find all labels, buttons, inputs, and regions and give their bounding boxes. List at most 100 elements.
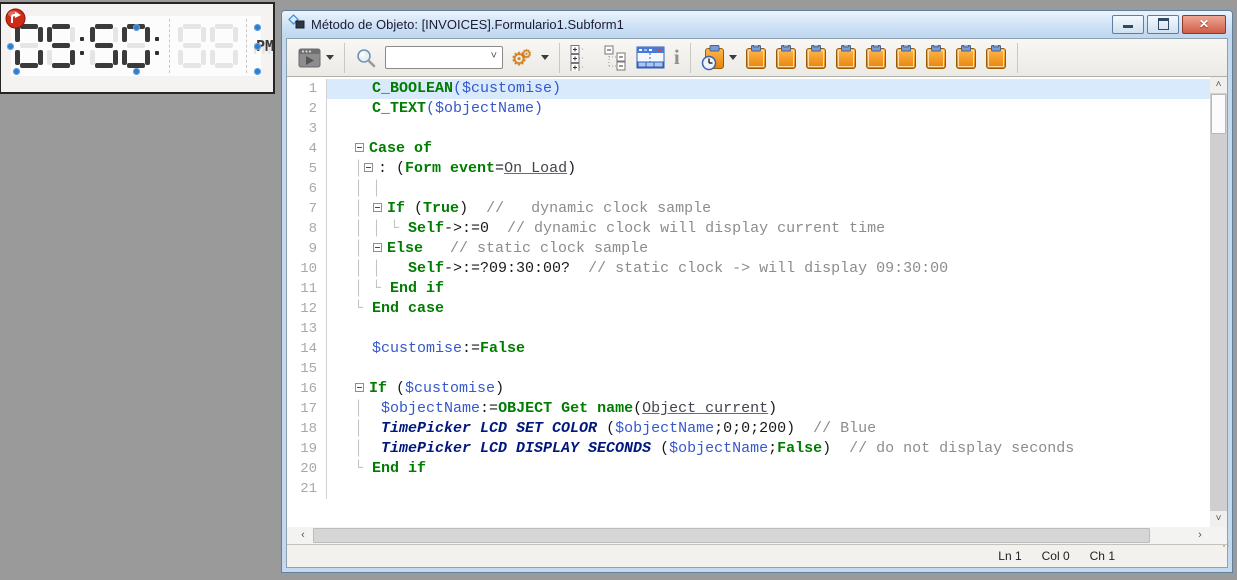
- clipboard-button[interactable]: [922, 43, 950, 73]
- object-method-badge-icon[interactable]: [5, 8, 26, 34]
- code-line[interactable]: 21: [287, 479, 1210, 499]
- code-text[interactable]: │ │: [326, 179, 1210, 199]
- run-dropdown-arrow[interactable]: [326, 55, 334, 60]
- clipboard-button[interactable]: [772, 43, 800, 73]
- clipboard-button[interactable]: [952, 43, 980, 73]
- info-button[interactable]: i: [671, 43, 683, 73]
- vertical-scroll-thumb[interactable]: [1211, 94, 1226, 134]
- minimize-button[interactable]: [1112, 14, 1144, 34]
- code-line[interactable]: 9 │ Else // static clock sample: [287, 239, 1210, 259]
- code-line[interactable]: 6 │ │: [287, 179, 1210, 199]
- code-line[interactable]: 7 │ If (True) // dynamic clock sample: [287, 199, 1210, 219]
- clipboard-button[interactable]: [862, 43, 890, 73]
- expand-all-button[interactable]: [567, 43, 597, 73]
- code-line[interactable]: 3: [287, 119, 1210, 139]
- code-line[interactable]: 13: [287, 319, 1210, 339]
- code-text[interactable]: └ End if: [326, 459, 1210, 479]
- code-text[interactable]: C_BOOLEAN($customise): [326, 79, 1210, 99]
- token-plain: ->:=?09:30:00?: [444, 260, 571, 277]
- fold-toggle-icon[interactable]: [373, 203, 383, 212]
- code-text[interactable]: └ End case: [326, 299, 1210, 319]
- code-line[interactable]: 10 │ │ Self->:=?09:30:00? // static cloc…: [287, 259, 1210, 279]
- collapse-all-button[interactable]: [599, 43, 631, 73]
- code-text[interactable]: [326, 119, 1210, 139]
- selection-handle[interactable]: [133, 24, 140, 31]
- selection-handle[interactable]: [254, 43, 261, 50]
- code-line[interactable]: 15: [287, 359, 1210, 379]
- run-method-icon: [298, 48, 321, 67]
- clipboard-button[interactable]: [742, 43, 770, 73]
- titlebar[interactable]: Método de Objeto: [INVOICES].Formulario1…: [282, 11, 1232, 37]
- clipboard-button[interactable]: [892, 43, 920, 73]
- code-viewport[interactable]: 1 C_BOOLEAN($customise) 2 C_TEXT($objectN…: [287, 77, 1210, 527]
- code-line[interactable]: 1 C_BOOLEAN($customise): [287, 79, 1210, 99]
- code-text[interactable]: If ($customise): [326, 379, 1210, 399]
- scroll-right-icon[interactable]: ›: [1192, 527, 1208, 544]
- fold-toggle-icon[interactable]: [355, 143, 365, 152]
- close-button[interactable]: ✕: [1182, 14, 1226, 34]
- search-button[interactable]: [352, 43, 380, 73]
- code-line[interactable]: 12 └ End case: [287, 299, 1210, 319]
- code-line[interactable]: 4 Case of: [287, 139, 1210, 159]
- horizontal-scroll-thumb[interactable]: [313, 528, 1150, 543]
- code-text[interactable]: [326, 319, 1210, 339]
- clipboard-button[interactable]: [832, 43, 860, 73]
- code-text[interactable]: Case of: [326, 139, 1210, 159]
- clipboard-history-dropdown-arrow[interactable]: [728, 55, 737, 60]
- expand-all-icon: [570, 44, 584, 71]
- search-input[interactable]: [389, 48, 491, 67]
- code-text[interactable]: [326, 359, 1210, 379]
- code-text[interactable]: │ └ End if: [326, 279, 1210, 299]
- fold-toggle-icon[interactable]: [364, 163, 374, 172]
- search-combobox[interactable]: ˅: [385, 46, 503, 69]
- code-text[interactable]: │ │ Self->:=?09:30:00? // static clock -…: [326, 259, 1210, 279]
- code-text[interactable]: │ If (True) // dynamic clock sample: [326, 199, 1210, 219]
- code-line[interactable]: 19 │ TimePicker LCD DISPLAY SECONDS ($ob…: [287, 439, 1210, 459]
- code-line[interactable]: 18 │ TimePicker LCD SET COLOR ($objectNa…: [287, 419, 1210, 439]
- selection-handle[interactable]: [254, 68, 261, 75]
- code-line[interactable]: 5 │: (Form event=On Load): [287, 159, 1210, 179]
- vertical-scrollbar[interactable]: ˄ ˅: [1210, 77, 1227, 527]
- code-text[interactable]: [326, 479, 1210, 499]
- token-guide: │: [336, 440, 382, 457]
- code-text[interactable]: │ TimePicker LCD SET COLOR ($objectName;…: [326, 419, 1210, 439]
- code-line[interactable]: 14 $customise:=False: [287, 339, 1210, 359]
- selection-handle[interactable]: [254, 24, 261, 31]
- horizontal-scrollbar[interactable]: ‹ ›: [287, 527, 1210, 544]
- code-line[interactable]: 17 │ $objectName:=OBJECT Get name(Object…: [287, 399, 1210, 419]
- clipboard-history-button[interactable]: [698, 43, 740, 73]
- code-text[interactable]: │ $objectName:=OBJECT Get name(Object cu…: [326, 399, 1210, 419]
- token-cmd: False: [777, 440, 823, 457]
- fold-toggle-icon[interactable]: [373, 243, 383, 252]
- code-text[interactable]: C_TEXT($objectName): [326, 99, 1210, 119]
- code-line[interactable]: 16 If ($customise): [287, 379, 1210, 399]
- clipboard-button[interactable]: [802, 43, 830, 73]
- code-text[interactable]: $customise:=False: [326, 339, 1210, 359]
- code-line[interactable]: 2 C_TEXT($objectName): [287, 99, 1210, 119]
- code-line[interactable]: 8 │ │ └ Self->:=0 // dynamic clock will …: [287, 219, 1210, 239]
- selection-handle[interactable]: [13, 68, 20, 75]
- resize-grip[interactable]: [1220, 538, 1229, 547]
- code-line[interactable]: 11 │ └ End if: [287, 279, 1210, 299]
- clipboard-button[interactable]: [982, 43, 1010, 73]
- lcd-timepicker-widget[interactable]: PM PM: [7, 16, 274, 76]
- fold-toggle-icon[interactable]: [355, 383, 365, 392]
- chevron-down-icon[interactable]: ˅: [491, 50, 497, 62]
- scroll-down-icon[interactable]: ˅: [1210, 511, 1227, 527]
- code-text[interactable]: │ Else // static clock sample: [326, 239, 1210, 259]
- scroll-left-icon[interactable]: ‹: [295, 527, 311, 544]
- code-text[interactable]: │ TimePicker LCD DISPLAY SECONDS ($objec…: [326, 439, 1210, 459]
- code-text[interactable]: │ │ └ Self->:=0 // dynamic clock will di…: [326, 219, 1210, 239]
- form-preview-button[interactable]: [633, 43, 669, 73]
- macros-dropdown-arrow[interactable]: [540, 55, 549, 60]
- selection-handle[interactable]: [7, 43, 14, 50]
- maximize-button[interactable]: [1147, 14, 1179, 34]
- line-number: 8: [308, 221, 317, 237]
- code-text[interactable]: │: (Form event=On Load): [326, 159, 1210, 179]
- code-line[interactable]: 20 └ End if: [287, 459, 1210, 479]
- token-guide: │: [336, 160, 364, 177]
- run-method-button[interactable]: [294, 43, 337, 73]
- selection-handle[interactable]: [133, 68, 140, 75]
- scroll-up-icon[interactable]: ˄: [1210, 77, 1227, 93]
- macros-button[interactable]: ⚙⚙: [508, 43, 552, 73]
